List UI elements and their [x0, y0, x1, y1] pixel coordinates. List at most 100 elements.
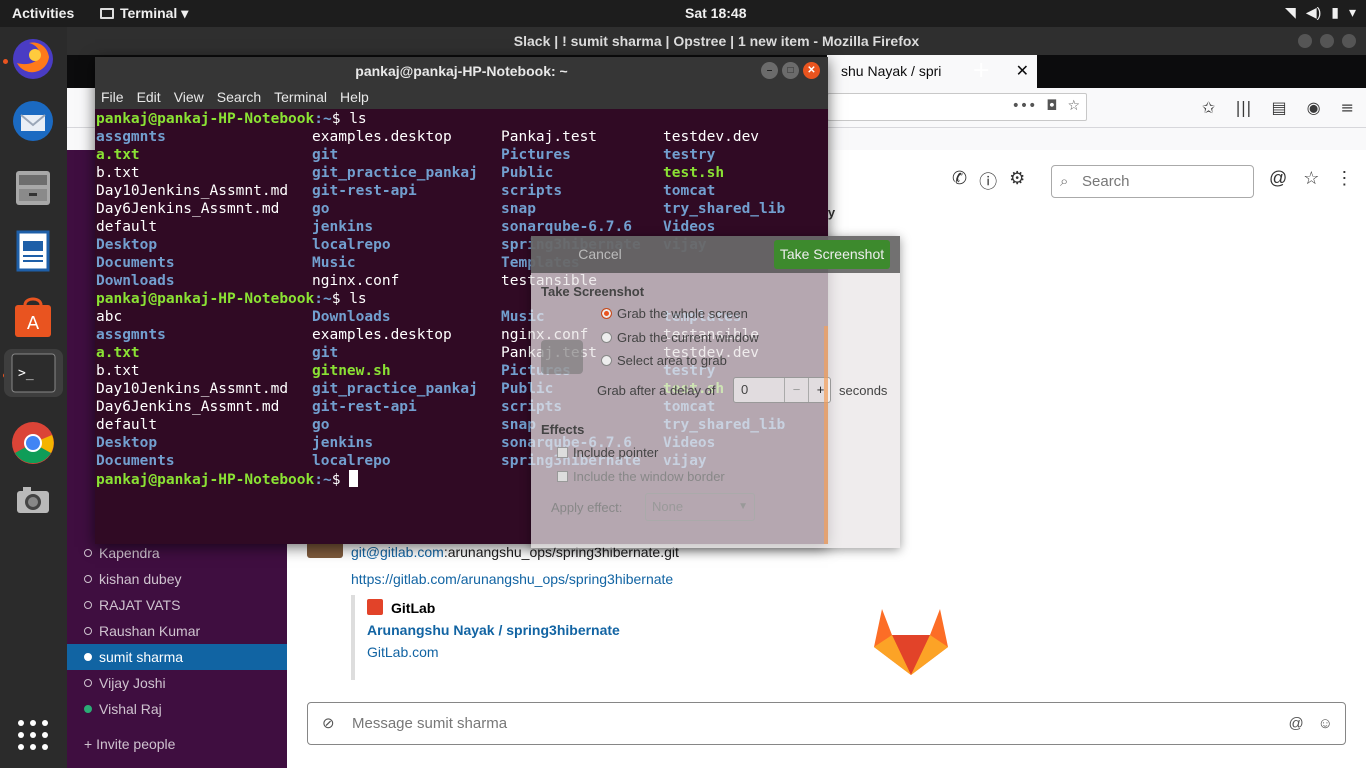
library-star-icon[interactable]: ✩ — [1202, 98, 1215, 117]
clock[interactable]: Sat 18:48 — [685, 5, 746, 21]
decrement-button[interactable]: − — [784, 378, 808, 402]
close-button[interactable] — [1342, 34, 1356, 48]
info-icon[interactable]: ⓘ — [979, 168, 997, 194]
close-icon[interactable]: ✕ — [1016, 55, 1029, 88]
app-menu-label: Terminal — [120, 5, 178, 21]
ls-entry: try_shared_lib — [663, 201, 786, 217]
browser-tab[interactable]: shu Nayak / spri ✕ — [827, 55, 1037, 88]
account-icon[interactable]: ◉ — [1307, 98, 1321, 117]
hamburger-menu-icon[interactable]: ≡ — [1341, 98, 1354, 117]
system-tray[interactable]: ◥ ◀) ▮ ▾ — [1285, 4, 1356, 21]
software-launcher[interactable]: A — [9, 293, 57, 341]
unfurl-title[interactable]: Arunangshu Nayak / spring3hibernate — [367, 622, 751, 638]
radio-current-window[interactable]: Grab the current window — [601, 330, 759, 345]
dm-label: Raushan Kumar — [99, 623, 201, 639]
apply-effect-label: Apply effect: — [551, 500, 623, 515]
radio-whole-label: Grab the whole screen — [617, 306, 748, 321]
radio-window-label: Grab the current window — [617, 330, 759, 345]
files-icon — [16, 171, 50, 205]
search-input[interactable]: ⌕ Search — [1051, 165, 1254, 198]
prompt-line: pankaj@pankaj-HP-Notebook:~$ ls — [96, 290, 367, 308]
more-icon[interactable]: ⋮ — [1335, 168, 1353, 189]
sidebar-icon[interactable]: ▤ — [1272, 98, 1287, 117]
link-unfurl: GitLab Arunangshu Nayak / spring3hiberna… — [351, 595, 751, 680]
ls-entry: jenkins — [312, 435, 374, 451]
dm-item[interactable]: kishan dubey — [67, 566, 287, 592]
pocket-icon[interactable]: ◘ — [1046, 98, 1057, 114]
include-pointer-checkbox[interactable]: Include pointer — [557, 445, 658, 460]
unfurl-source: GitLab — [367, 599, 751, 616]
terminal-titlebar: pankaj@pankaj-HP-Notebook: ~ – □ ✕ — [95, 57, 828, 85]
minimize-button[interactable]: – — [761, 62, 778, 79]
mentions-icon[interactable]: @ — [1269, 168, 1287, 189]
close-button[interactable]: ✕ — [803, 62, 820, 79]
radio-select-area[interactable]: Select area to grab — [601, 353, 727, 368]
menu-item[interactable]: Help — [340, 85, 369, 109]
ls-entry: git-rest-api — [312, 183, 417, 199]
app-menu[interactable]: Terminal ▾ — [100, 5, 188, 22]
ls-entry: jenkins — [312, 219, 374, 235]
dm-item[interactable]: Vijay Joshi — [67, 670, 287, 696]
terminal-launcher[interactable]: >_ — [4, 349, 63, 397]
text-cursor — [349, 470, 359, 487]
volume-icon: ◀) — [1305, 4, 1322, 20]
bookmark-star-icon[interactable]: ☆ — [1067, 98, 1080, 114]
mention-icon[interactable]: @ — [1288, 703, 1303, 744]
emoji-icon[interactable]: ☺ — [1318, 703, 1333, 744]
radio-on-icon — [601, 308, 612, 319]
delay-spinner[interactable]: 0 − + — [733, 377, 831, 403]
star-icon[interactable]: ☆ — [1303, 168, 1319, 189]
search-icon: ⌕ — [1060, 173, 1069, 190]
maximize-button[interactable] — [1320, 34, 1334, 48]
menu-item[interactable]: File — [101, 85, 124, 109]
dm-item[interactable]: Vishal Raj — [67, 696, 287, 722]
maximize-button[interactable]: □ — [782, 62, 799, 79]
firefox-launcher[interactable] — [9, 35, 57, 83]
include-border-checkbox[interactable]: Include the window border — [557, 469, 725, 484]
firefox-titlebar: Slack | ! sumit sharma | Opstree | 1 new… — [67, 27, 1366, 55]
increment-button[interactable]: + — [808, 378, 832, 402]
phone-icon[interactable]: ✆ — [952, 168, 967, 194]
git-link[interactable]: git@gitlab.com — [351, 544, 444, 560]
dm-item[interactable]: sumit sharma — [67, 644, 287, 670]
screenshot-dialog: Cancel Take Screenshot Take Screenshot G… — [531, 236, 900, 548]
unfurl-site[interactable]: GitLab.com — [367, 644, 751, 660]
files-launcher[interactable] — [9, 163, 57, 211]
apply-effect-select[interactable]: None ▼ — [645, 493, 755, 521]
cancel-button[interactable]: Cancel — [535, 240, 665, 269]
menu-item[interactable]: View — [174, 85, 204, 109]
gear-icon[interactable]: ⚙ — [1009, 168, 1025, 194]
checkbox-icon — [557, 447, 568, 458]
running-indicator — [3, 59, 8, 64]
show-apps-button[interactable] — [9, 711, 57, 759]
writer-launcher[interactable] — [9, 227, 57, 275]
take-screenshot-button[interactable]: Take Screenshot — [774, 240, 890, 269]
page-actions-icon[interactable]: ••• — [1012, 98, 1037, 114]
software-icon: A — [15, 297, 51, 337]
message-composer[interactable]: ⊘ Message sumit sharma @ ☺ — [307, 702, 1346, 745]
activities-button[interactable]: Activities — [12, 5, 74, 21]
dm-item[interactable]: Raushan Kumar — [67, 618, 287, 644]
radio-whole-screen[interactable]: Grab the whole screen — [601, 306, 748, 321]
tab-label: shu Nayak / spri — [841, 63, 942, 79]
dm-item[interactable]: RAJAT VATS — [67, 592, 287, 618]
camera-launcher[interactable] — [9, 477, 57, 525]
attach-icon[interactable]: ⊘ — [322, 703, 335, 744]
minimize-button[interactable] — [1298, 34, 1312, 48]
gitlab-url-link[interactable]: https://gitlab.com/arunangshu_ops/spring… — [351, 571, 673, 587]
thunderbird-launcher[interactable] — [9, 97, 57, 145]
ls-entry: scripts — [501, 183, 563, 199]
new-tab-button[interactable]: + — [972, 58, 990, 83]
ls-entry: test.sh — [663, 165, 725, 181]
url-bar[interactable]: ••• ◘ ☆ — [827, 93, 1087, 121]
ls-entry: localrepo — [312, 453, 391, 469]
radio-area-label: Select area to grab — [617, 353, 727, 368]
chrome-launcher[interactable] — [9, 419, 57, 467]
prompt-symbol: $ — [331, 472, 350, 488]
menu-item[interactable]: Terminal — [274, 85, 327, 109]
menu-item[interactable]: Search — [217, 85, 261, 109]
menu-item[interactable]: Edit — [137, 85, 161, 109]
battery-icon: ▮ — [1331, 4, 1339, 20]
invite-people-link[interactable]: + Invite people — [67, 736, 175, 752]
library-icon[interactable]: ||| — [1235, 98, 1251, 117]
